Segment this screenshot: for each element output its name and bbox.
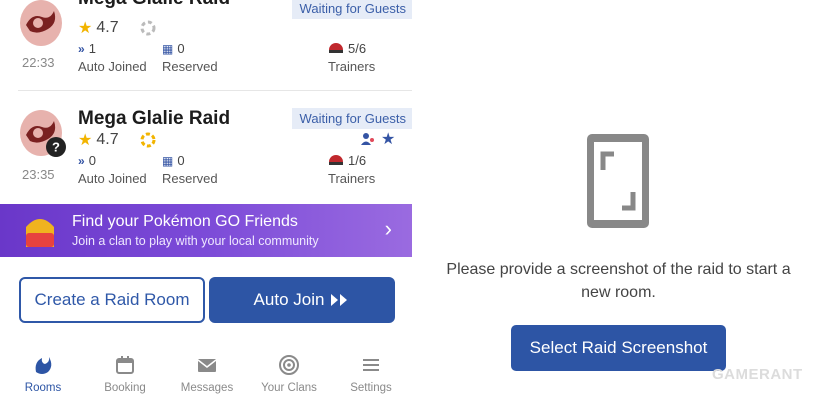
rooms-icon bbox=[35, 357, 52, 374]
loading-icon bbox=[140, 20, 156, 36]
auto-join-button[interactable]: Auto Join bbox=[209, 277, 395, 323]
svg-text:?: ? bbox=[52, 140, 60, 155]
status-badge: Waiting for Guests bbox=[291, 0, 412, 19]
auto-join-label: Auto Join bbox=[253, 290, 325, 309]
watermark: GAMERANT bbox=[712, 366, 803, 383]
auto-joined-value: 0 bbox=[88, 153, 96, 168]
target-icon bbox=[279, 355, 299, 375]
tab-booking[interactable]: Booking bbox=[84, 342, 166, 402]
pokeball-icon bbox=[329, 155, 343, 165]
sun-icon bbox=[140, 132, 156, 148]
tab-rooms[interactable]: Rooms bbox=[2, 342, 84, 402]
tab-label: Booking bbox=[104, 382, 146, 394]
tab-label: Rooms bbox=[24, 382, 62, 394]
reserved-value: 0 bbox=[177, 41, 185, 56]
friends-icon bbox=[361, 133, 374, 145]
raid-time: 22:33 bbox=[22, 55, 55, 70]
raid-title: Mega Glalie Raid bbox=[78, 0, 230, 10]
trainers-label: Trainers bbox=[328, 59, 376, 74]
raid-time: 23:35 bbox=[22, 167, 55, 182]
auto-joined-label: Auto Joined bbox=[78, 59, 147, 74]
select-raid-screenshot-button[interactable]: Select Raid Screenshot bbox=[511, 325, 726, 371]
bottom-tab-bar: Rooms Booking Messages Your Clans Settin… bbox=[0, 342, 412, 402]
tab-label: Your Clans bbox=[261, 382, 317, 394]
tab-messages[interactable]: Messages bbox=[166, 342, 248, 402]
create-raid-room-button[interactable]: Create a Raid Room bbox=[19, 277, 205, 323]
menu-icon bbox=[363, 359, 379, 371]
envelope-icon bbox=[197, 359, 217, 372]
pokeball-icon bbox=[329, 43, 343, 53]
double-chevron-icon: » bbox=[78, 154, 85, 168]
trainers-stat: 5/6 Trainers bbox=[328, 41, 375, 74]
raid-rating: ★ 4.7 bbox=[78, 130, 157, 150]
reserved-stat: ▦ 0 Reserved bbox=[162, 153, 218, 186]
chevron-right-icon[interactable]: › bbox=[385, 216, 392, 242]
pokemate-logo bbox=[26, 219, 54, 247]
calendar-icon: ▦ bbox=[162, 42, 174, 56]
divider bbox=[18, 90, 412, 91]
raid-rating: ★ 4.7 bbox=[78, 18, 157, 38]
raid-card[interactable]: Mega Glalie Raid ★ 4.7 Waiting for Guest… bbox=[0, 0, 412, 82]
raid-list-panel: Mega Glalie Raid ★ 4.7 Waiting for Guest… bbox=[0, 0, 412, 413]
double-chevron-icon bbox=[331, 294, 348, 306]
auto-joined-label: Auto Joined bbox=[78, 171, 147, 186]
rating-value: 4.7 bbox=[96, 19, 119, 36]
trainers-label: Trainers bbox=[328, 171, 376, 186]
rating-value: 4.7 bbox=[96, 131, 119, 148]
trainers-value: 5/6 bbox=[348, 41, 367, 56]
auto-joined-value: 1 bbox=[88, 41, 96, 56]
banner-subtitle: Join a clan to play with your local comm… bbox=[72, 234, 319, 248]
star-icon: ★ bbox=[78, 20, 93, 37]
banner-title: Find your Pokémon GO Friends bbox=[72, 213, 298, 230]
phone-screenshot-icon bbox=[587, 134, 649, 228]
double-chevron-icon: » bbox=[78, 42, 85, 56]
star-icon: ★ bbox=[78, 132, 93, 149]
tab-settings[interactable]: Settings bbox=[330, 342, 412, 402]
tab-label: Messages bbox=[180, 382, 234, 394]
reserved-stat: ▦ 0 Reserved bbox=[162, 41, 218, 74]
raid-card[interactable]: ? Mega Glalie Raid ★ 4.7 Waiting for Gue… bbox=[0, 100, 412, 192]
raid-title: Mega Glalie Raid bbox=[78, 108, 231, 129]
auto-joined-stat: » 0 Auto Joined bbox=[78, 153, 147, 186]
trainers-value: 1/6 bbox=[348, 153, 367, 168]
reserved-label: Reserved bbox=[162, 59, 218, 74]
reserved-label: Reserved bbox=[162, 171, 218, 186]
question-badge-icon: ? bbox=[46, 137, 66, 157]
trainers-stat: 1/6 Trainers bbox=[328, 153, 375, 186]
auto-joined-stat: » 1 Auto Joined bbox=[78, 41, 147, 74]
status-badge: Waiting for Guests bbox=[291, 108, 412, 129]
new-room-panel: Please provide a screenshot of the raid … bbox=[412, 0, 825, 413]
raid-egg-icon bbox=[20, 0, 62, 46]
calendar-icon: ▦ bbox=[162, 154, 174, 168]
calendar-icon bbox=[116, 356, 134, 374]
star-badge-icon: ★ bbox=[381, 131, 396, 148]
upload-instruction: Please provide a screenshot of the raid … bbox=[446, 261, 791, 301]
clan-promo-banner[interactable]: Find your Pokémon GO Friends Join a clan… bbox=[0, 204, 412, 257]
tab-label: Settings bbox=[350, 382, 392, 394]
tab-your-clans[interactable]: Your Clans bbox=[248, 342, 330, 402]
reserved-value: 0 bbox=[177, 153, 185, 168]
